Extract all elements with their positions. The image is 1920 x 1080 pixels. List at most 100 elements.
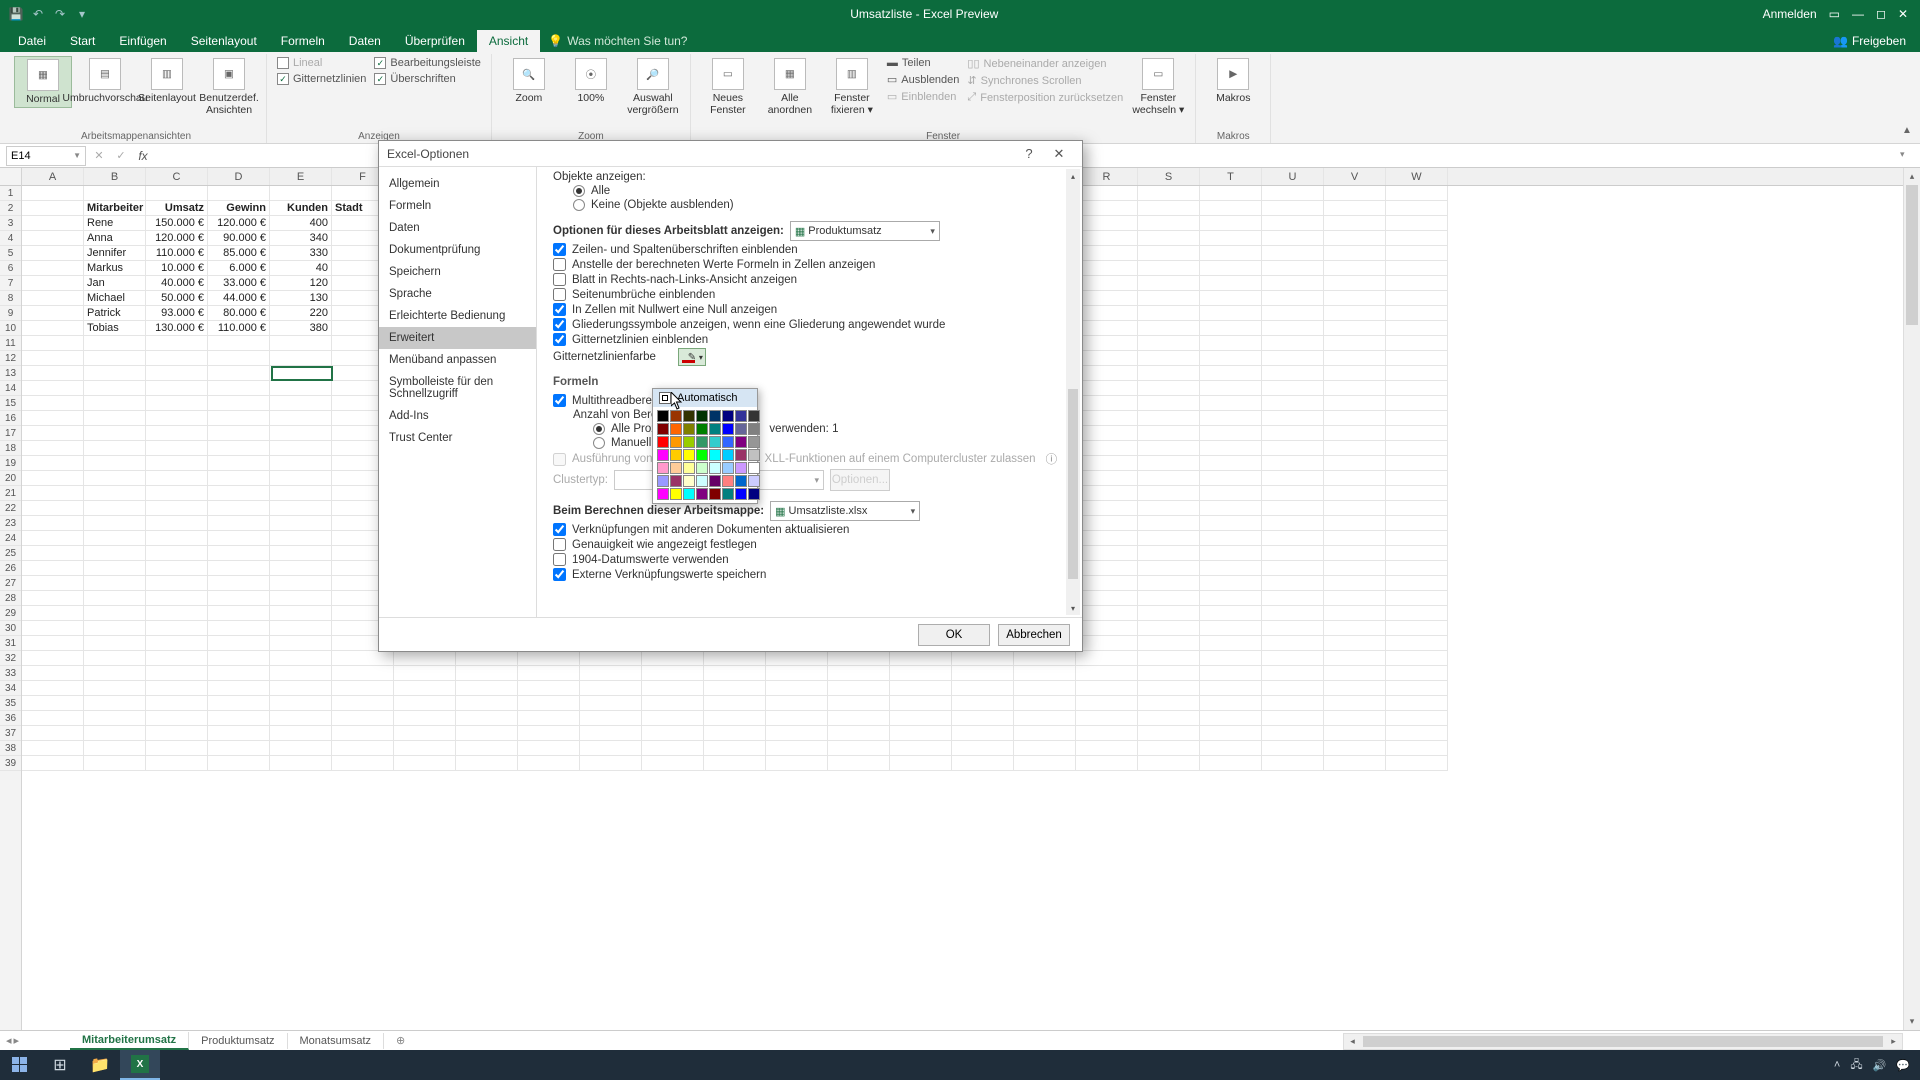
color-swatch[interactable] bbox=[670, 423, 682, 435]
cell[interactable] bbox=[518, 666, 580, 681]
cell[interactable] bbox=[1262, 711, 1324, 726]
cell[interactable] bbox=[208, 651, 270, 666]
dialog-nav-dokumentprüfung[interactable]: Dokumentprüfung bbox=[379, 239, 536, 261]
dialog-nav-daten[interactable]: Daten bbox=[379, 217, 536, 239]
qat-customize-icon[interactable]: ▾ bbox=[74, 6, 90, 22]
cell[interactable] bbox=[208, 426, 270, 441]
cell[interactable]: 33.000 € bbox=[208, 276, 270, 291]
cell[interactable] bbox=[890, 681, 952, 696]
cell[interactable] bbox=[1076, 711, 1138, 726]
color-swatch[interactable] bbox=[735, 488, 747, 500]
cell[interactable] bbox=[84, 621, 146, 636]
cell[interactable] bbox=[146, 186, 208, 201]
cell[interactable] bbox=[1138, 516, 1200, 531]
color-swatch[interactable] bbox=[722, 436, 734, 448]
cell[interactable] bbox=[1262, 666, 1324, 681]
color-swatch[interactable] bbox=[683, 462, 695, 474]
cell[interactable] bbox=[518, 681, 580, 696]
color-swatch[interactable] bbox=[735, 410, 747, 422]
cell[interactable] bbox=[84, 396, 146, 411]
cell[interactable] bbox=[208, 516, 270, 531]
cell[interactable] bbox=[84, 351, 146, 366]
cell[interactable]: 40 bbox=[270, 261, 332, 276]
color-swatch[interactable] bbox=[748, 423, 760, 435]
cell[interactable] bbox=[22, 621, 84, 636]
cell[interactable] bbox=[1138, 186, 1200, 201]
cell[interactable] bbox=[1262, 396, 1324, 411]
cell[interactable] bbox=[1138, 501, 1200, 516]
cell[interactable] bbox=[1324, 501, 1386, 516]
dialog-nav-symbolleiste-für-den-schnellzugriff[interactable]: Symbolleiste für den Schnellzugriff bbox=[379, 371, 536, 405]
cell[interactable] bbox=[890, 726, 952, 741]
redo-icon[interactable]: ↷ bbox=[52, 6, 68, 22]
chk-ueberschriften[interactable]: ✓Überschriften bbox=[372, 72, 483, 86]
cell[interactable] bbox=[394, 651, 456, 666]
cell[interactable] bbox=[1324, 606, 1386, 621]
dialog-nav-menüband-anpassen[interactable]: Menüband anpassen bbox=[379, 349, 536, 371]
tab-ueberpruefen[interactable]: Überprüfen bbox=[393, 30, 477, 52]
cell[interactable] bbox=[952, 681, 1014, 696]
cell[interactable] bbox=[518, 741, 580, 756]
color-swatch[interactable] bbox=[722, 462, 734, 474]
cell[interactable] bbox=[270, 366, 332, 381]
cell[interactable] bbox=[1138, 456, 1200, 471]
cell[interactable] bbox=[208, 486, 270, 501]
color-swatch[interactable] bbox=[735, 436, 747, 448]
cell[interactable] bbox=[952, 711, 1014, 726]
cell[interactable]: 130.000 € bbox=[146, 321, 208, 336]
cell[interactable] bbox=[208, 696, 270, 711]
cell[interactable] bbox=[1262, 216, 1324, 231]
row-header-16[interactable]: 16 bbox=[0, 411, 21, 426]
cell[interactable] bbox=[952, 696, 1014, 711]
cell[interactable] bbox=[22, 351, 84, 366]
cell[interactable] bbox=[1076, 726, 1138, 741]
cell[interactable] bbox=[22, 276, 84, 291]
chk-1904[interactable] bbox=[553, 553, 566, 566]
cell[interactable] bbox=[642, 756, 704, 771]
cell[interactable] bbox=[642, 726, 704, 741]
cell[interactable] bbox=[146, 516, 208, 531]
color-swatch[interactable] bbox=[748, 410, 760, 422]
cell[interactable] bbox=[1014, 651, 1076, 666]
cell[interactable] bbox=[84, 471, 146, 486]
cell[interactable] bbox=[1076, 291, 1138, 306]
cell[interactable] bbox=[1324, 231, 1386, 246]
cell[interactable] bbox=[22, 261, 84, 276]
cell[interactable] bbox=[332, 666, 394, 681]
expand-formula-bar-icon[interactable]: ▾ bbox=[1900, 149, 1914, 163]
cell[interactable] bbox=[1262, 246, 1324, 261]
switch-windows-button[interactable]: ▭Fenster wechseln ▾ bbox=[1129, 56, 1187, 118]
cell[interactable]: Michael bbox=[84, 291, 146, 306]
cell[interactable] bbox=[1076, 516, 1138, 531]
cell[interactable] bbox=[208, 441, 270, 456]
cell[interactable] bbox=[1386, 456, 1448, 471]
cell[interactable] bbox=[22, 486, 84, 501]
cell[interactable] bbox=[1262, 186, 1324, 201]
scroll-up-icon[interactable]: ▴ bbox=[1904, 168, 1920, 185]
cell[interactable] bbox=[952, 741, 1014, 756]
color-swatch[interactable] bbox=[735, 423, 747, 435]
cell[interactable] bbox=[146, 606, 208, 621]
row-header-27[interactable]: 27 bbox=[0, 576, 21, 591]
cell[interactable] bbox=[580, 756, 642, 771]
cell[interactable] bbox=[1386, 426, 1448, 441]
chk-precision[interactable] bbox=[553, 538, 566, 551]
row-header-4[interactable]: 4 bbox=[0, 231, 21, 246]
cell[interactable] bbox=[146, 741, 208, 756]
view-pagebreak-button[interactable]: ▤Umbruchvorschau bbox=[76, 56, 134, 106]
cell[interactable] bbox=[1138, 606, 1200, 621]
cell[interactable] bbox=[704, 651, 766, 666]
cell[interactable] bbox=[1076, 396, 1138, 411]
cell[interactable]: 400 bbox=[270, 216, 332, 231]
cell[interactable] bbox=[1262, 546, 1324, 561]
cell[interactable] bbox=[1324, 201, 1386, 216]
cell[interactable] bbox=[828, 651, 890, 666]
cell[interactable] bbox=[580, 726, 642, 741]
cell[interactable] bbox=[1324, 246, 1386, 261]
row-header-10[interactable]: 10 bbox=[0, 321, 21, 336]
cell[interactable] bbox=[1324, 381, 1386, 396]
cell[interactable] bbox=[1200, 666, 1262, 681]
cell[interactable] bbox=[1324, 306, 1386, 321]
cell[interactable] bbox=[1200, 291, 1262, 306]
cell[interactable] bbox=[270, 741, 332, 756]
